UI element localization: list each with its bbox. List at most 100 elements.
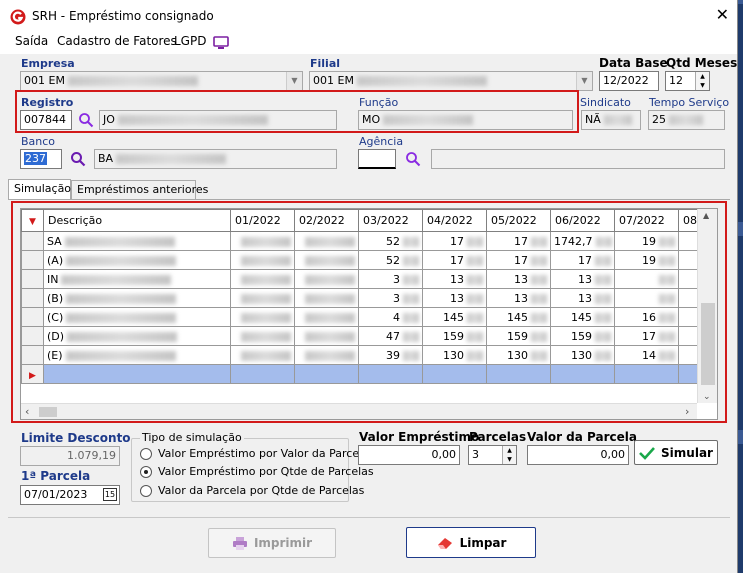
- value-cell: 13: [422, 269, 487, 289]
- scroll-up-icon[interactable]: ▲: [703, 211, 709, 220]
- valor-emprestimo-input[interactable]: 0,00: [358, 445, 460, 465]
- registro-input[interactable]: 007844: [20, 110, 72, 130]
- scroll-left-icon[interactable]: ‹: [25, 405, 29, 418]
- monitor-icon[interactable]: [213, 36, 229, 50]
- simulation-grid[interactable]: ▼ Descrição 01/2022 02/2022 03/2022 04/2…: [20, 208, 718, 420]
- search-icon[interactable]: [405, 151, 421, 167]
- simular-button[interactable]: Simular: [634, 440, 718, 465]
- column-header[interactable]: 08: [678, 209, 698, 232]
- tipo-simulacao-label: Tipo de simulação: [140, 431, 244, 444]
- menu-item-cadastro-fatores[interactable]: Cadastro de Fatores: [57, 34, 177, 48]
- radio-button[interactable]: [140, 465, 152, 478]
- spin-arrows-icon[interactable]: ▲ ▼: [502, 446, 516, 464]
- tab-simulacao[interactable]: Simulação: [8, 179, 71, 200]
- close-icon[interactable]: ✕: [716, 5, 729, 24]
- blurred-value: [467, 331, 483, 342]
- column-header[interactable]: 04/2022: [422, 209, 487, 232]
- menu-item-saida[interactable]: Saída: [15, 34, 48, 48]
- limpar-button[interactable]: Limpar: [406, 527, 536, 558]
- radio-button[interactable]: [140, 484, 152, 497]
- row-indicator[interactable]: [21, 269, 44, 289]
- cell-text: 3: [393, 291, 400, 305]
- empresa-combo[interactable]: 001 EM ▼: [20, 71, 303, 91]
- blurred-value: [659, 312, 675, 323]
- column-header[interactable]: 07/2022: [614, 209, 679, 232]
- scroll-right-icon[interactable]: ›: [685, 405, 689, 418]
- blurred-value: [403, 293, 419, 304]
- imprimir-button[interactable]: Imprimir: [208, 528, 336, 558]
- radio-button[interactable]: [140, 447, 152, 460]
- value-cell: 17: [422, 250, 487, 270]
- row-indicator[interactable]: [21, 231, 44, 251]
- filial-combo[interactable]: 001 EM ▼: [309, 71, 593, 91]
- chevron-down-icon[interactable]: ▼: [576, 72, 592, 90]
- funcao-field: MO: [358, 110, 573, 130]
- horizontal-scrollbar[interactable]: ‹ ›: [21, 403, 697, 419]
- table-row[interactable]: SA 52 17 17 1742,7 19: [21, 231, 698, 251]
- row-indicator[interactable]: [21, 345, 44, 365]
- cell-text: 130: [571, 348, 592, 362]
- parcelas-stepper[interactable]: 3 ▲ ▼: [468, 445, 517, 465]
- qtd-meses-stepper[interactable]: 12 ▲ ▼: [665, 71, 710, 91]
- row-indicator[interactable]: ▶: [21, 364, 44, 384]
- row-indicator[interactable]: [21, 326, 44, 346]
- spin-arrows-icon[interactable]: ▲ ▼: [695, 72, 709, 90]
- menu-item-lgpd[interactable]: LGPD: [174, 34, 206, 48]
- horizontal-scroll-thumb[interactable]: [39, 407, 57, 417]
- column-header[interactable]: Descrição: [43, 209, 231, 232]
- valor-parcela-input[interactable]: 0,00: [527, 445, 629, 465]
- row-indicator[interactable]: [21, 288, 44, 308]
- banco-input[interactable]: 237: [20, 149, 62, 169]
- vertical-scrollbar[interactable]: ▲ ⌄: [697, 209, 717, 403]
- table-row[interactable]: (A) 52 17 17 17 19: [21, 250, 698, 270]
- column-header[interactable]: 05/2022: [486, 209, 551, 232]
- agencia-nome-field: [431, 149, 725, 169]
- blurred-value: [403, 312, 419, 323]
- table-row[interactable]: (D) 47 159 159 159 17: [21, 326, 698, 346]
- cell-text: 145: [571, 310, 592, 324]
- vertical-scroll-thumb[interactable]: [701, 303, 715, 385]
- limite-desconto-field: 1.079,19: [20, 446, 120, 466]
- blurred-value: [659, 293, 675, 304]
- sort-down-icon[interactable]: ▼: [21, 209, 44, 232]
- parcelas-value: 3: [472, 448, 479, 461]
- value-cell: [43, 364, 231, 384]
- blurred-value: [595, 236, 612, 247]
- row-indicator[interactable]: [21, 250, 44, 270]
- chevron-down-icon[interactable]: ▼: [286, 72, 302, 90]
- column-header[interactable]: 03/2022: [358, 209, 423, 232]
- column-header[interactable]: 01/2022: [230, 209, 295, 232]
- tab-emprestimos-anteriores[interactable]: Empréstimos anteriores: [71, 180, 208, 199]
- search-icon[interactable]: [78, 112, 94, 128]
- row-indicator[interactable]: [21, 307, 44, 327]
- radio-parcela-por-qtde-parcelas[interactable]: Valor da Parcela por Qtde de Parcelas: [140, 484, 364, 497]
- blurred-value: [403, 350, 419, 361]
- table-row[interactable]: (C) 4 145 145 145 16: [21, 307, 698, 327]
- blurred-value: [61, 274, 172, 285]
- blurred-value: [305, 350, 355, 361]
- column-header[interactable]: 06/2022: [550, 209, 615, 232]
- radio-valor-por-qtde-parcelas[interactable]: Valor Empréstimo por Qtde de Parcelas: [140, 465, 374, 478]
- table-row-selected[interactable]: ▶: [21, 364, 698, 384]
- search-icon[interactable]: [70, 151, 86, 167]
- valor-emprestimo-label: Valor Empréstimo: [359, 430, 480, 444]
- primeira-parcela-label: 1ª Parcela: [21, 469, 91, 483]
- primeira-parcela-date[interactable]: 07/01/2023 15: [20, 485, 120, 505]
- table-row[interactable]: IN 3 13 13 13: [21, 269, 698, 289]
- value-cell: [678, 307, 698, 327]
- column-header[interactable]: 02/2022: [294, 209, 359, 232]
- value-cell: [230, 364, 295, 384]
- table-row[interactable]: (E) 39 130 130 130 14: [21, 345, 698, 365]
- cell-text: 145: [443, 310, 464, 324]
- data-base-input[interactable]: 12/2022: [599, 71, 659, 91]
- scroll-down-icon[interactable]: ⌄: [703, 392, 711, 402]
- radio-valor-por-valor-parcela[interactable]: Valor Empréstimo por Valor da Parcela: [140, 447, 369, 460]
- blurred-value: [531, 350, 547, 361]
- agencia-input[interactable]: [358, 149, 396, 169]
- value-cell: [230, 326, 295, 346]
- calendar-icon[interactable]: 15: [103, 488, 117, 501]
- blurred-value: [241, 274, 291, 285]
- blurred-value: [595, 274, 611, 285]
- table-row[interactable]: (B) 3 13 13 13: [21, 288, 698, 308]
- sindicato-field: NÃ: [581, 110, 641, 130]
